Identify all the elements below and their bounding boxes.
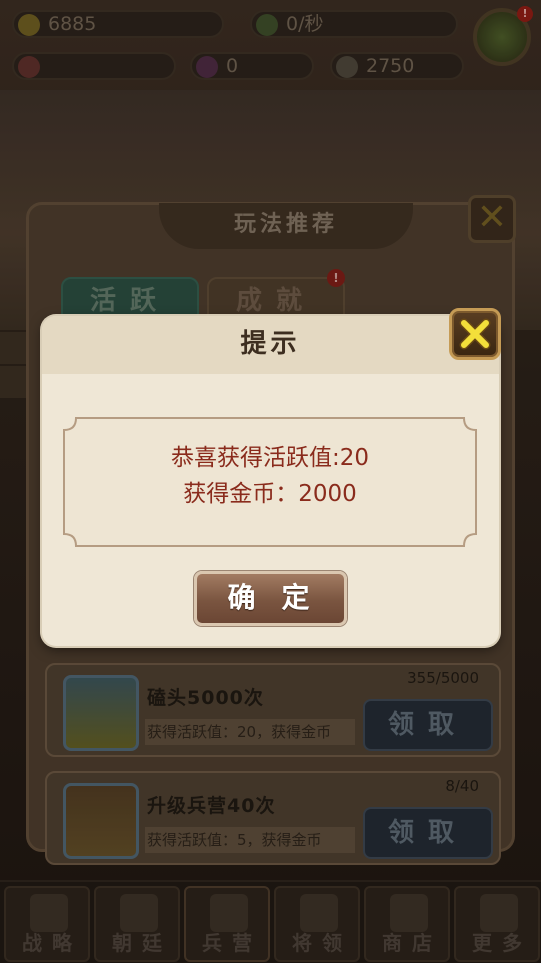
notice-dialog: 提示 恭喜获得活跃值:20 获得金币：2000 确定 [42, 308, 501, 646]
confirm-button[interactable]: 确定 [194, 571, 347, 626]
dialog-title: 提示 [240, 329, 301, 359]
close-icon[interactable] [449, 308, 501, 360]
close-x-icon [459, 318, 491, 350]
message-box: 恭喜获得活跃值:20 获得金币：2000 [62, 416, 478, 548]
dialog-header: 提示 [42, 316, 499, 374]
message-gold: 获得金币：2000 [183, 481, 357, 507]
game-screen: 6885 0/秒 ! 0 2750 玩法推荐 ✕ 活跃 成就 ! 磕头5000次… [0, 0, 541, 963]
message-activity: 恭喜获得活跃值:20 [170, 445, 369, 471]
